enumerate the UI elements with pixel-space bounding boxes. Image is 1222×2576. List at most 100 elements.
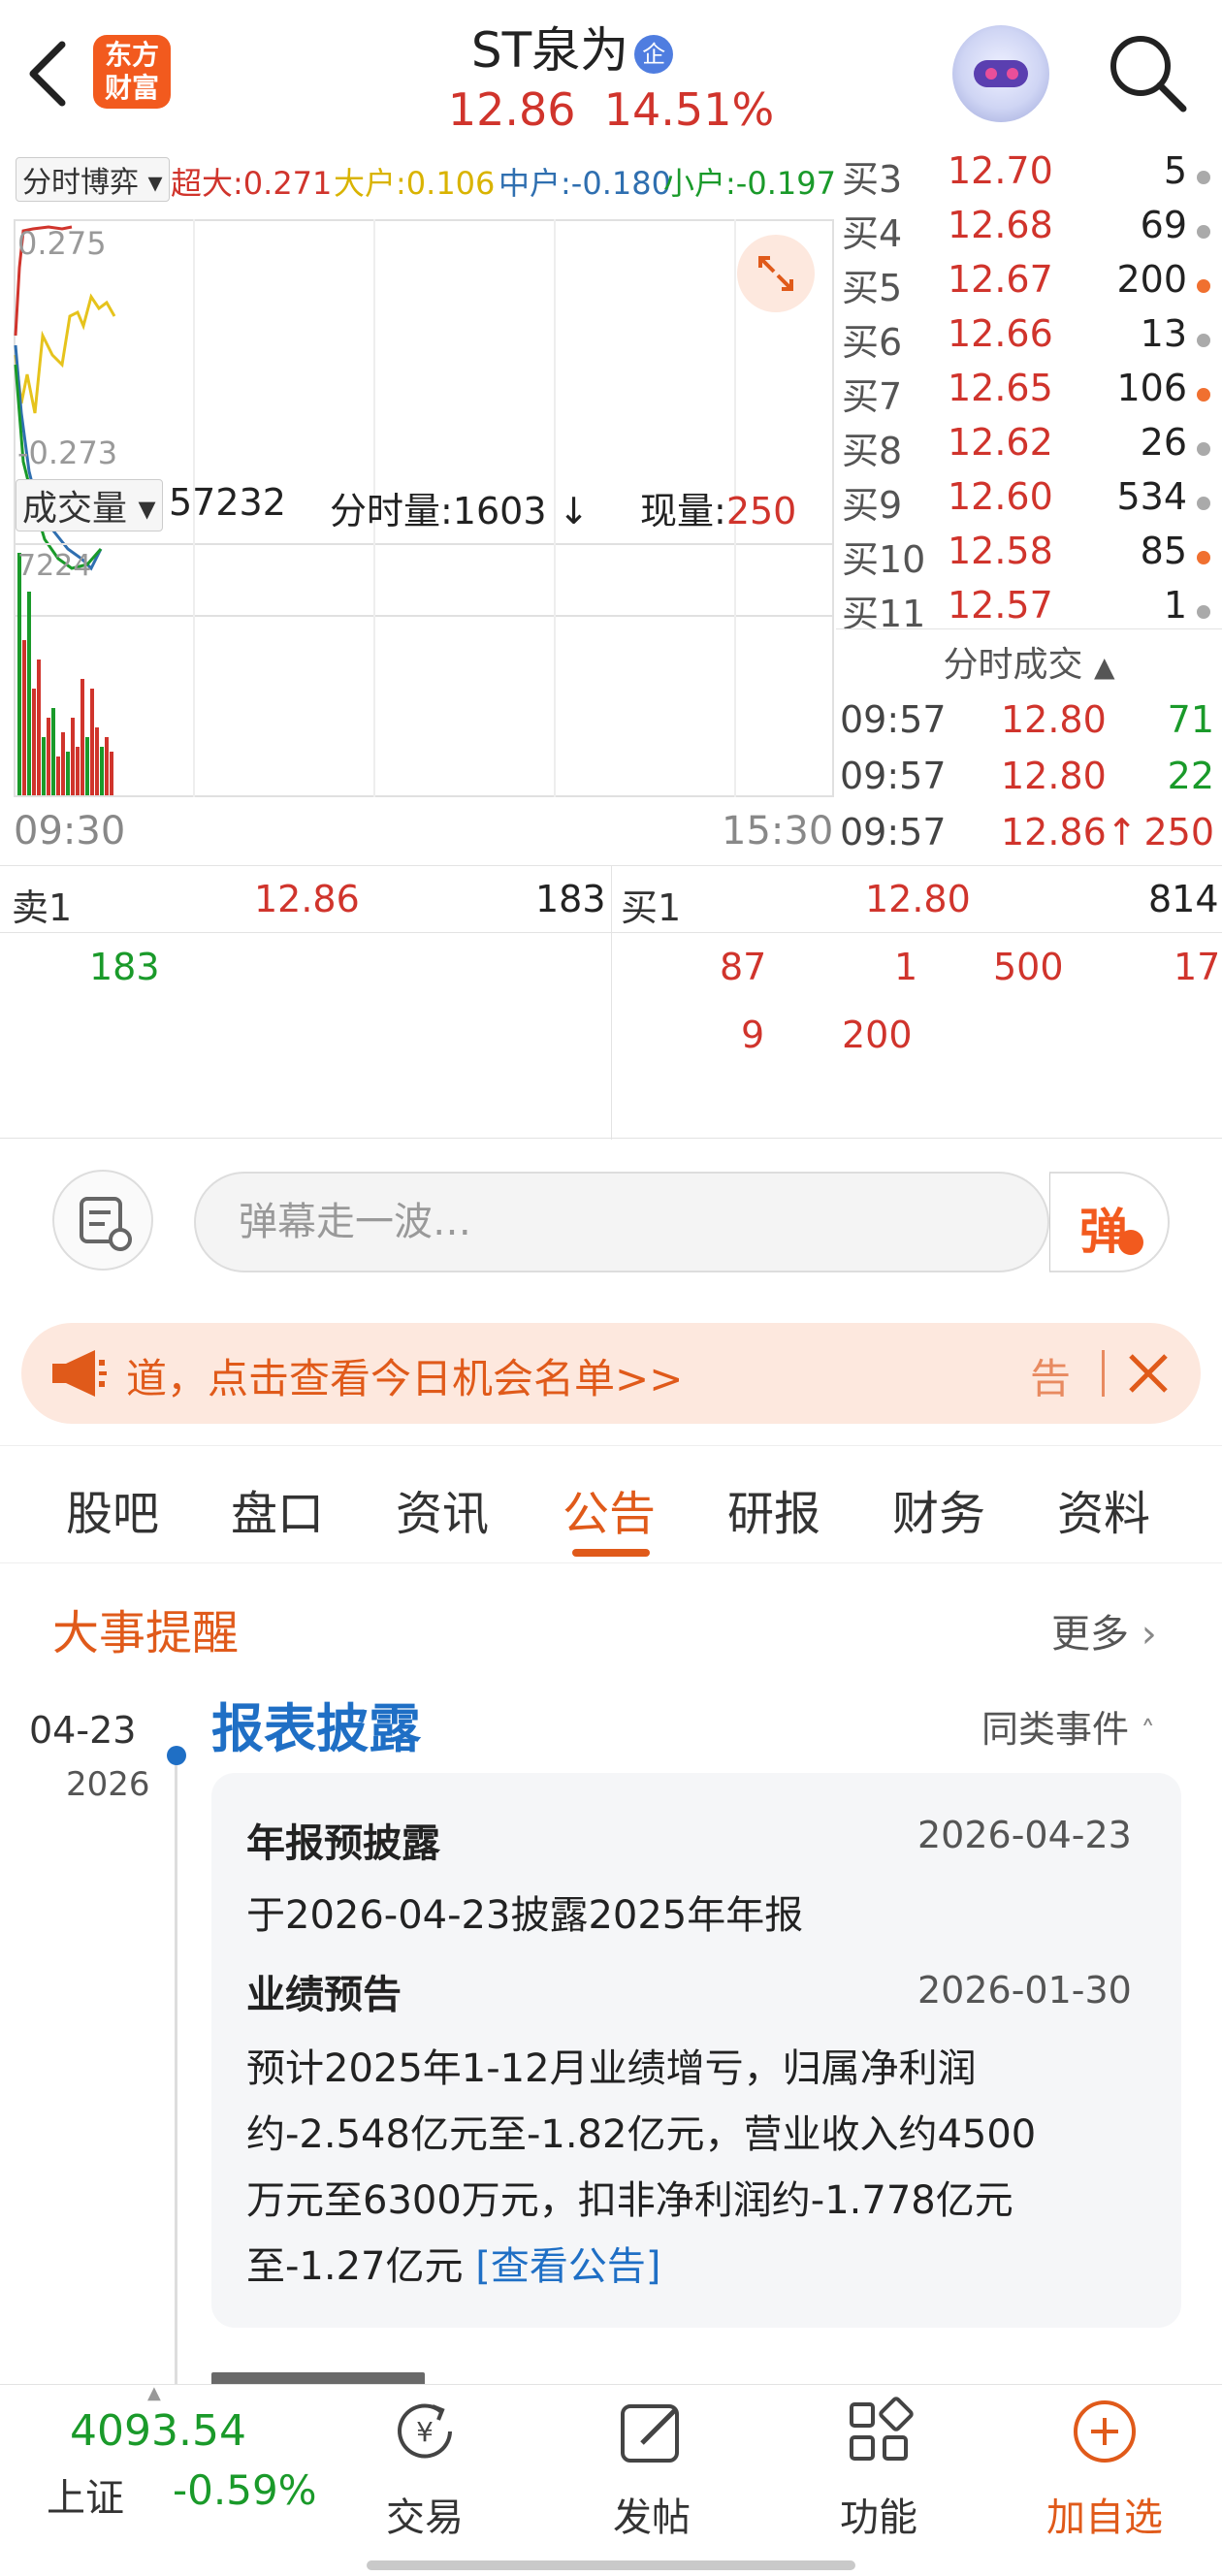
- y-axis-top: 0.275: [17, 225, 107, 262]
- trade-button[interactable]: ¥ 交易: [367, 2385, 483, 2540]
- item2-line: 约-2.548亿元至-1.82亿元，营业收入约4500: [246, 2112, 1037, 2157]
- expand-icon: [758, 256, 793, 291]
- index-value: 4093.54: [70, 2406, 246, 2456]
- more-label: 更多: [1051, 1612, 1129, 1657]
- dot-icon: [1197, 551, 1210, 564]
- index-change: -0.59%: [173, 2466, 317, 2514]
- promo-banner[interactable]: 道，点击查看今日机会名单>> 告: [21, 1323, 1201, 1424]
- item1-text: 于2026-04-23披露2025年年报: [246, 1893, 804, 1938]
- edit-icon: [621, 2404, 679, 2463]
- intraday-chart-area: 分时博弈 ▾ 超大:0.271 大户:0.106 中户:-0.180 小户:-0…: [0, 145, 836, 863]
- divider: [611, 866, 612, 1140]
- order-queue-panel: 卖1 12.86 183 买1 12.80 814 183 87 1 500 1…: [0, 865, 1222, 1140]
- item2-line: 至-1.27亿元: [246, 2244, 464, 2289]
- item1-date: 2026-04-23: [917, 1814, 1132, 1856]
- bid-row[interactable]: 买3 12.70 5: [836, 149, 1222, 204]
- search-icon: [1110, 36, 1187, 113]
- volume-dropdown[interactable]: 成交量 ▾: [16, 479, 163, 531]
- function-label: 功能: [840, 2496, 917, 2540]
- y-axis-bottom: -0.273: [17, 435, 118, 471]
- content-tabs: 股吧 盘口 资讯 公告 研报 财务 资料: [0, 1445, 1222, 1563]
- tab-profile[interactable]: 资料: [1057, 1475, 1150, 1543]
- dot-icon: [1197, 225, 1210, 239]
- danmaku-send-button[interactable]: 弹: [1049, 1172, 1170, 1272]
- change-percent: 14.51%: [603, 83, 775, 136]
- bid-volume: 534: [1116, 475, 1187, 518]
- danmaku-send-label: 弹: [1079, 1204, 1128, 1260]
- bid-label: 买6: [842, 321, 903, 364]
- bid-row[interactable]: 买5 12.67 200: [836, 258, 1222, 312]
- bid-row[interactable]: 买4 12.68 69: [836, 204, 1222, 258]
- expand-chart-button[interactable]: [737, 235, 815, 312]
- caret-up-icon: ▲: [147, 2383, 161, 2403]
- item1-title: 年报预披露: [246, 1821, 440, 1866]
- bid-price: 12.57: [948, 584, 1053, 627]
- bid-label: 买10: [842, 538, 926, 581]
- bid-row[interactable]: 买10 12.58 85: [836, 530, 1222, 584]
- post-label: 发帖: [613, 2496, 691, 2540]
- tab-announcements[interactable]: 公告: [563, 1475, 656, 1543]
- close-banner-button[interactable]: [1117, 1342, 1179, 1404]
- search-button[interactable]: [1104, 29, 1191, 116]
- tab-news[interactable]: 资讯: [396, 1475, 489, 1543]
- volume-axis-max: 7224: [17, 549, 92, 583]
- buy-queue-order: 200: [842, 1014, 913, 1056]
- bid-price: 12.60: [948, 475, 1053, 518]
- home-indicator[interactable]: [367, 2560, 855, 2570]
- function-button[interactable]: 功能: [820, 2385, 937, 2540]
- tab-finance[interactable]: 财务: [892, 1475, 985, 1543]
- dot-icon: [1197, 334, 1210, 347]
- dot-icon: [1197, 442, 1210, 456]
- danmaku-settings-button[interactable]: [52, 1170, 153, 1271]
- add-watchlist-button[interactable]: 加自选: [1032, 2385, 1177, 2540]
- chevron-right-icon: ›: [1141, 1612, 1157, 1657]
- tick-trades-title: 分时成交: [943, 645, 1083, 685]
- trade-price: 12.80: [1001, 755, 1107, 797]
- trade-volume: 71: [1167, 698, 1214, 741]
- banner-text: 道，点击查看今日机会名单>>: [126, 1355, 684, 1402]
- bid-row[interactable]: 买9 12.60 534: [836, 475, 1222, 530]
- svg-text:¥: ¥: [416, 2416, 434, 2448]
- tab-guba[interactable]: 股吧: [66, 1475, 159, 1543]
- item2-date: 2026-01-30: [917, 1969, 1132, 2012]
- bid-price: 12.67: [948, 258, 1053, 301]
- avatar-eye-icon: [1007, 68, 1018, 80]
- dot-icon: [1197, 605, 1210, 619]
- active-tab-indicator: [572, 1549, 650, 1557]
- bid-price: 12.70: [948, 149, 1053, 192]
- bid-price: 12.58: [948, 530, 1053, 572]
- index-ticker[interactable]: ▲ 4093.54 上证 -0.59%: [0, 2383, 349, 2540]
- bid-label: 买4: [842, 212, 903, 255]
- bid-row[interactable]: 买6 12.66 13: [836, 312, 1222, 367]
- bid-label: 买7: [842, 375, 903, 418]
- stock-name: ST泉为: [470, 22, 629, 79]
- bid-row[interactable]: 买7 12.65 106: [836, 367, 1222, 421]
- bid-volume: 106: [1116, 367, 1187, 409]
- divider: [836, 628, 1222, 629]
- bid-row[interactable]: 买8 12.62 26: [836, 421, 1222, 475]
- danmaku-bar: 弹幕走一波… 弹: [0, 1154, 1222, 1290]
- logo-line1: 东方: [104, 39, 159, 71]
- add-circle-icon: [1074, 2400, 1136, 2463]
- tick-trades-header[interactable]: 分时成交 ▲: [836, 636, 1222, 687]
- super-big-value: 超大:0.271: [171, 165, 333, 202]
- item2-line: 万元至6300万元，扣非净利润约-1.778亿元: [246, 2178, 1013, 2223]
- dot-icon: [1197, 279, 1210, 293]
- price-line: 12.86 14.51%: [407, 83, 815, 136]
- robot-assistant-avatar[interactable]: [952, 25, 1049, 122]
- more-link[interactable]: 更多 ›: [1051, 1602, 1157, 1658]
- tab-research[interactable]: 研报: [727, 1475, 820, 1543]
- bid-volume: 1: [1163, 584, 1187, 627]
- view-announcement-link[interactable]: [查看公告]: [475, 2244, 660, 2289]
- chart-mode-dropdown[interactable]: 分时博弈 ▾: [16, 157, 170, 202]
- same-events-toggle[interactable]: 同类事件 ˄: [981, 1699, 1155, 1753]
- chart-mode-label: 分时博弈: [22, 166, 139, 200]
- bid-row[interactable]: 买11 12.57 1: [836, 584, 1222, 638]
- danmaku-input[interactable]: 弹幕走一波…: [194, 1172, 1049, 1272]
- tab-pankou[interactable]: 盘口: [231, 1475, 324, 1543]
- back-button[interactable]: [21, 35, 80, 113]
- post-button[interactable]: 发帖: [594, 2385, 710, 2540]
- volume-bars: [17, 553, 113, 795]
- current-volume-label: 现量:: [640, 490, 726, 532]
- same-events-label: 同类事件: [981, 1708, 1130, 1751]
